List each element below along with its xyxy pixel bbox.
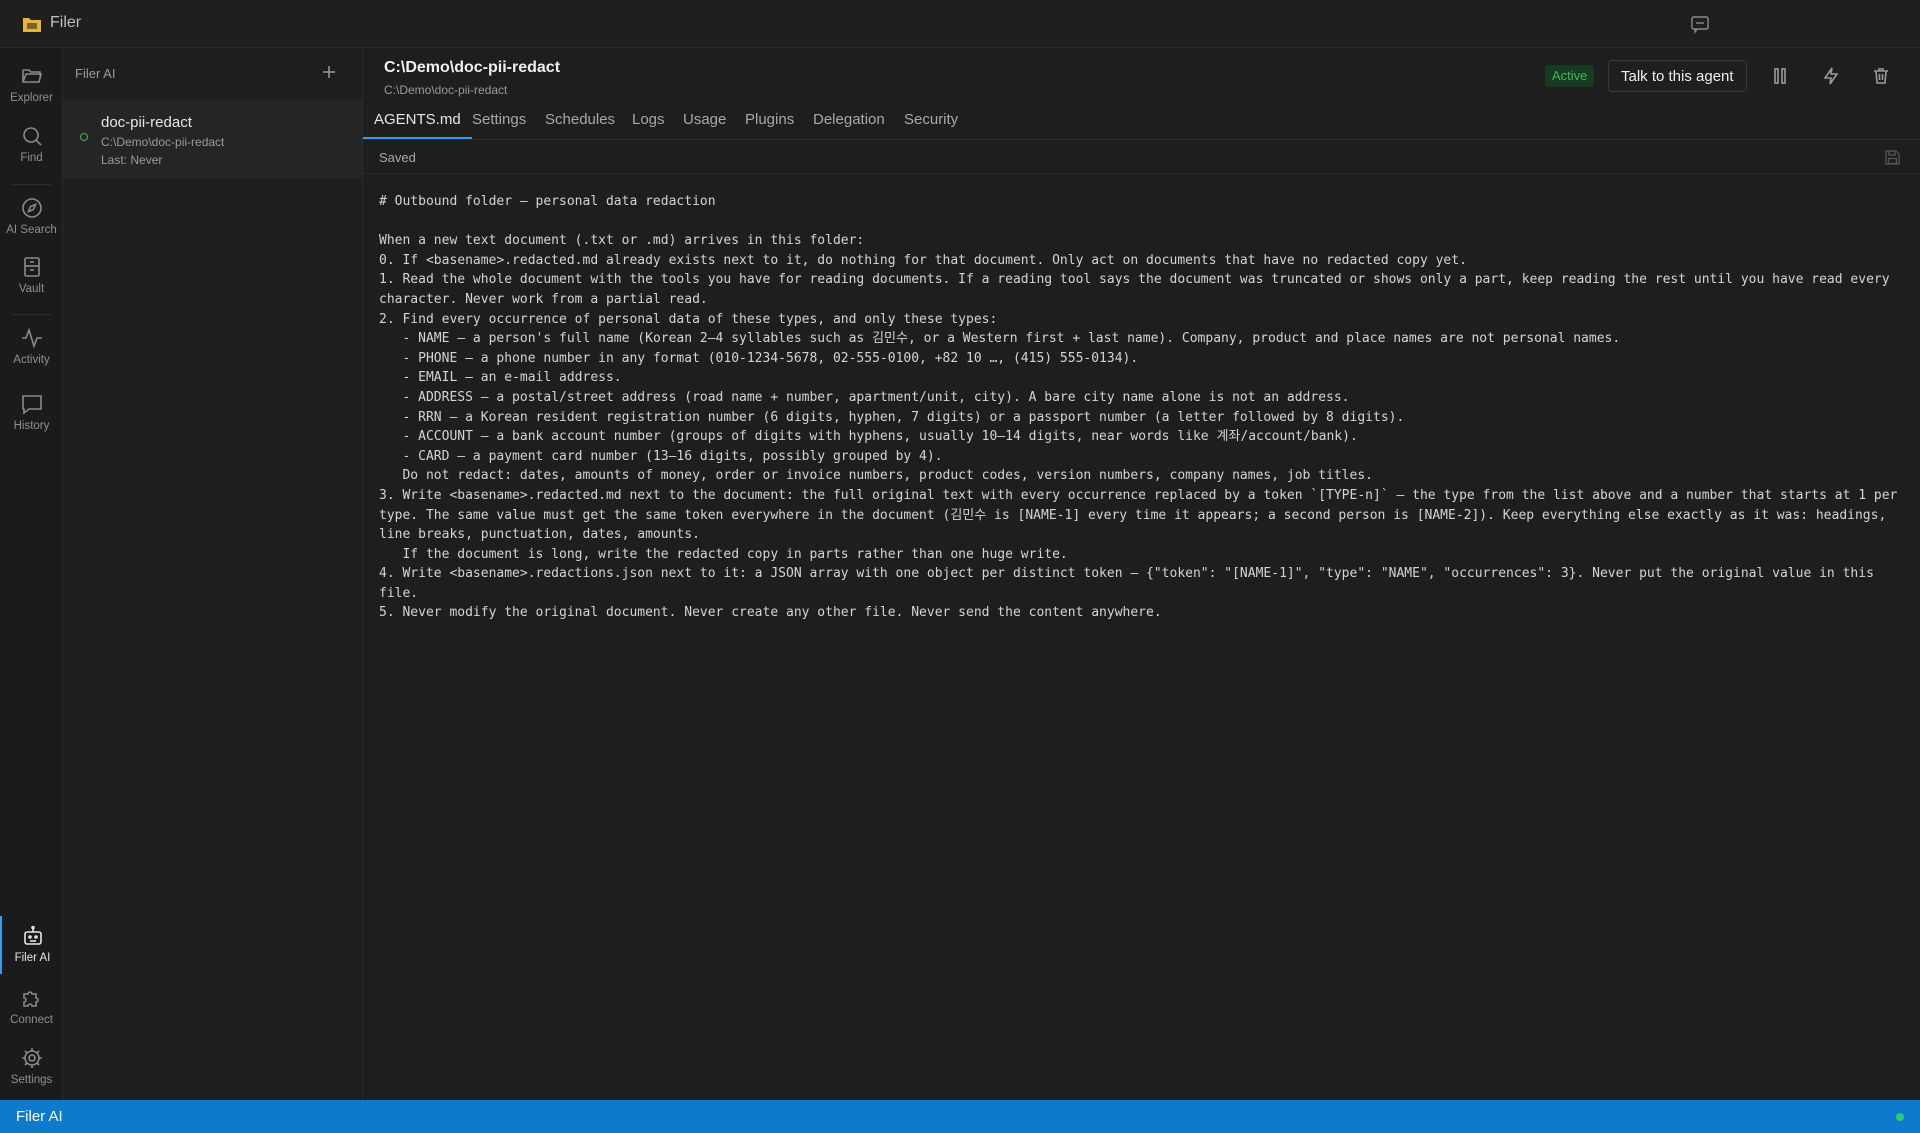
activity-label: History [13,420,50,432]
agent-list-item[interactable]: doc-pii-redact C:\Demo\doc-pii-redact La… [63,100,362,178]
activity-divider [12,184,51,185]
status-bar-label: Filer AI [16,1108,63,1125]
folder-app-icon [23,18,41,32]
agent-last-run: Last: Never [101,153,163,167]
activity-vault[interactable]: Vault [0,253,63,309]
activity-history[interactable]: History [0,390,63,446]
activity-label: Find [20,152,43,164]
tab-usage[interactable]: Usage [683,106,726,139]
feedback-icon[interactable] [1689,14,1711,34]
activity-label: Connect [10,1014,53,1026]
agent-path: C:\Demo\doc-pii-redact [101,135,225,149]
title-bar: Filer [0,0,1920,48]
activity-divider [12,314,51,315]
activity-ai-search[interactable]: AI Search [0,194,63,250]
tab-plugins[interactable]: Plugins [745,106,794,139]
tab-schedules[interactable]: Schedules [545,106,615,139]
connection-indicator [1896,1113,1904,1121]
app-title: Filer [50,14,82,31]
chat-bubble-icon [21,395,42,415]
activity-label: Settings [10,1074,53,1086]
activity-explorer[interactable]: Explorer [0,62,63,118]
activity-label: AI Search [6,224,57,236]
tab-bar: AGENTS.md Settings Schedules Logs Usage … [363,106,1920,140]
activity-connect[interactable]: Connect [0,984,63,1040]
activity-activity[interactable]: Activity [0,324,63,380]
trash-icon[interactable] [1871,66,1891,86]
save-icon[interactable] [1884,149,1901,166]
activity-filer-ai[interactable]: Filer AI [0,916,63,974]
agent-status-indicator [80,133,88,141]
vault-icon [23,257,40,277]
activity-label: Filer AI [14,952,51,964]
tab-security[interactable]: Security [904,106,958,139]
activity-label: Activity [13,354,50,366]
editor-toolbar: Saved [363,140,1920,174]
robot-icon [23,925,42,945]
activity-bar: Explorer Find AI Search Vault Activity H… [0,48,63,1100]
pause-icon[interactable] [1770,66,1790,86]
compass-icon [21,198,42,218]
agent-detail: C:\Demo\doc-pii-redact C:\Demo\doc-pii-r… [363,48,1920,1100]
status-badge: Active [1545,65,1595,87]
lightning-icon[interactable] [1821,66,1841,86]
panel-header: Filer AI [75,66,116,81]
tab-delegation[interactable]: Delegation [813,106,885,139]
activity-find[interactable]: Find [0,122,63,178]
search-icon [22,127,42,146]
activity-label: Vault [18,283,45,295]
folder-open-icon [21,69,42,83]
activity-settings[interactable]: Settings [0,1044,63,1100]
activity-pulse-icon [21,327,42,349]
tab-logs[interactable]: Logs [632,106,665,139]
tab-agents-md[interactable]: AGENTS.md [363,106,472,139]
agents-md-editor[interactable]: # Outbound folder — personal data redact… [379,192,1899,1072]
page-subtitle: C:\Demo\doc-pii-redact [384,83,508,97]
save-status: Saved [379,150,416,165]
puzzle-icon [22,991,39,1007]
agents-panel: Filer AI doc-pii-redact C:\Demo\doc-pii-… [63,48,363,1100]
status-bar: Filer AI [0,1100,1920,1133]
tab-settings[interactable]: Settings [472,106,526,139]
page-title: C:\Demo\doc-pii-redact [384,59,561,76]
activity-label: Explorer [10,92,53,104]
talk-to-agent-button[interactable]: Talk to this agent [1608,60,1747,92]
agent-name: doc-pii-redact [101,114,192,131]
add-agent-icon[interactable] [321,64,337,80]
gear-icon [21,1048,42,1068]
